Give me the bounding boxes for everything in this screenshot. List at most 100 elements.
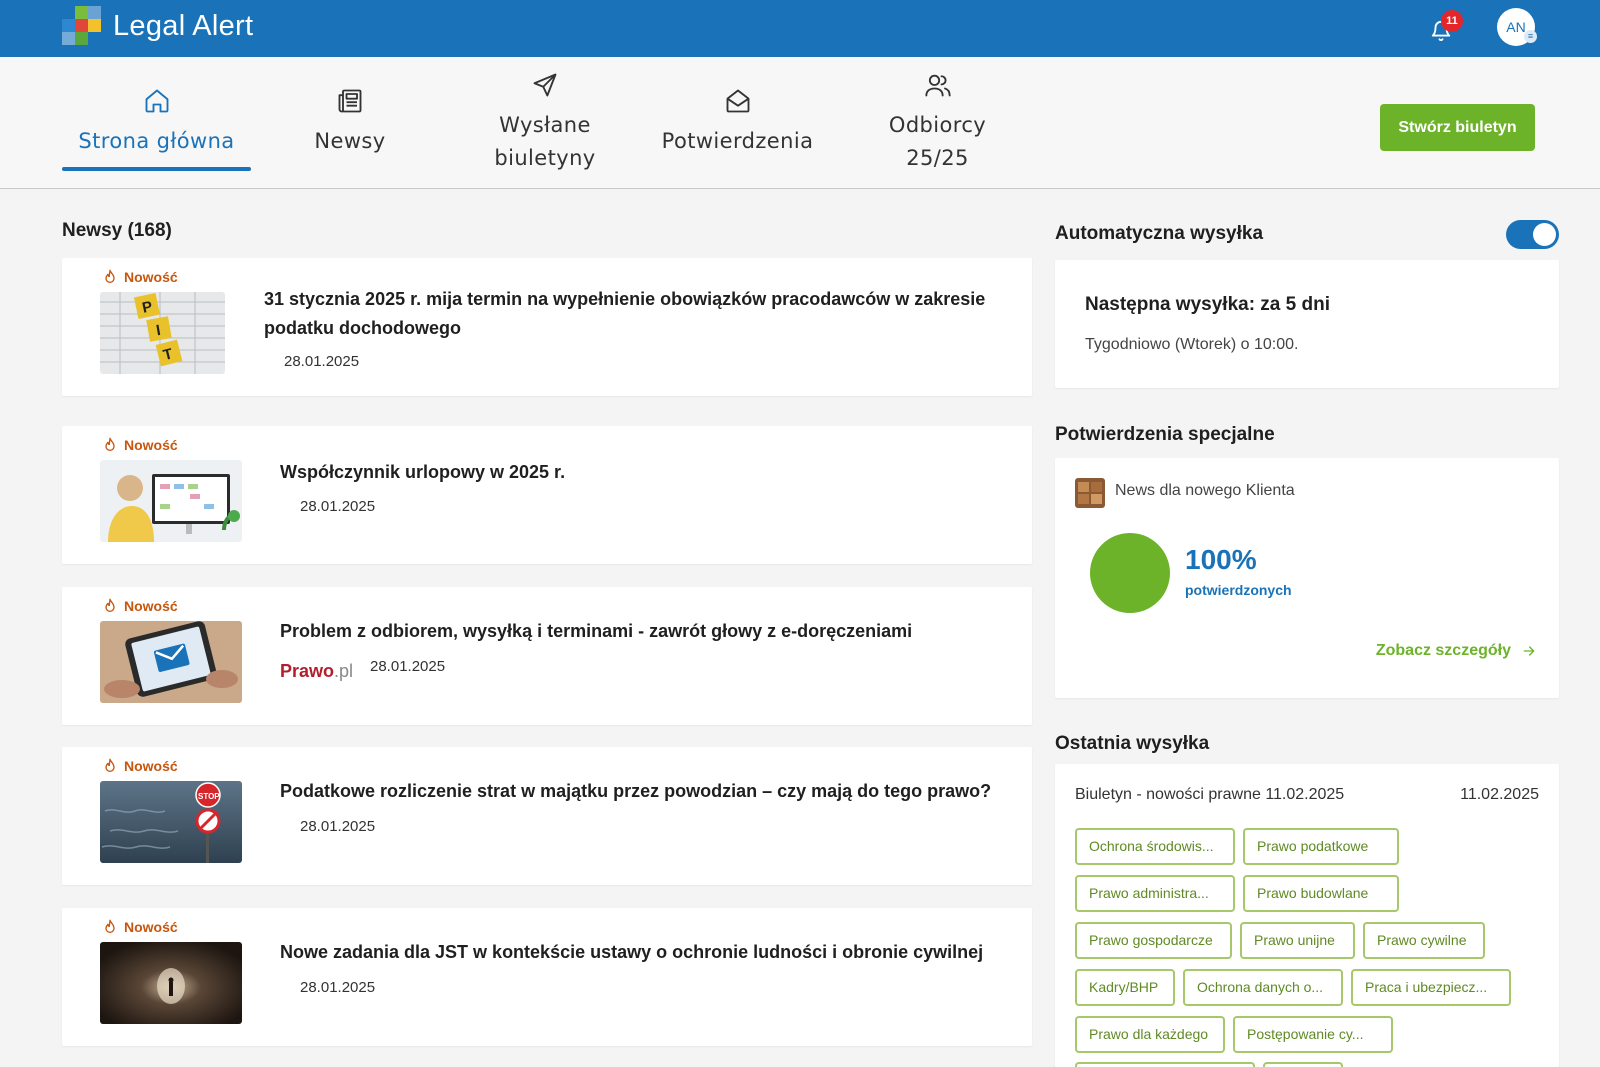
menu-icon[interactable]: ≡ [1524, 30, 1537, 43]
flame-icon [105, 598, 115, 612]
tag-chip[interactable]: Prawo dla każdego [1075, 1016, 1225, 1053]
tag-chip[interactable]: Prawo unijne [1240, 922, 1355, 959]
new-badge-label: Nowość [124, 598, 178, 614]
news-card[interactable]: Nowość P I T 31 stycznia 2025 r. mija te… [62, 258, 1032, 396]
svg-text:STOP: STOP [198, 792, 220, 801]
news-thumbnail[interactable] [100, 621, 242, 703]
nav-tab-recipients[interactable]: Odbiorcy 25/25 [855, 57, 1020, 188]
auto-send-toggle[interactable] [1506, 220, 1559, 249]
news-thumbnail[interactable]: STOP [100, 781, 242, 863]
news-title[interactable]: Podatkowe rozliczenie strat w majątku pr… [280, 777, 1020, 806]
last-send-title: Ostatnia wysyłka [1055, 733, 1210, 754]
news-date: 28.01.2025 [300, 979, 376, 996]
new-badge-label: Nowość [124, 437, 178, 453]
new-badge: Nowość [102, 436, 178, 454]
news-title[interactable]: Współczynnik urlopowy w 2025 r. [280, 458, 1000, 487]
confirmation-news-title[interactable]: News dla nowego Klienta [1115, 482, 1295, 500]
nav-label: Strona główna [78, 129, 235, 153]
news-title[interactable]: Nowe zadania dla JST w kontekście ustawy… [280, 938, 1020, 967]
tag-chip[interactable]: Ochrona danych o... [1183, 969, 1343, 1006]
see-details-label: Zobacz szczegóły [1375, 642, 1511, 659]
new-badge: Nowość [102, 757, 178, 775]
tag-chip[interactable]: Ochrona środowis... [1075, 828, 1235, 865]
news-thumbnail[interactable]: P I T [100, 292, 225, 374]
create-bulletin-button[interactable]: Stwórz biuletyn [1380, 104, 1535, 151]
flame-icon [105, 437, 115, 451]
auto-send-panel: Następna wysyłka: za 5 dni Tygodniowo (W… [1055, 260, 1559, 388]
tag-chip-partial [1263, 1062, 1343, 1067]
home-icon [145, 89, 168, 113]
toggle-knob [1533, 223, 1556, 246]
new-badge: Nowość [102, 268, 178, 286]
last-send-panel: Biuletyn - nowości prawne 11.02.2025 11.… [1055, 764, 1559, 1067]
bulletin-name[interactable]: Biuletyn - nowości prawne 11.02.2025 [1075, 786, 1344, 804]
nav-label: Odbiorcy 25/25 [888, 112, 987, 170]
tag-chip-partial [1075, 1062, 1255, 1067]
users-icon [924, 74, 951, 96]
bulletin-date: 11.02.2025 [1460, 786, 1539, 803]
source-logo-prawo-pl: Prawo.pl [280, 661, 353, 682]
tag-chip[interactable]: Prawo cywilne [1363, 922, 1485, 959]
source-logo-main: Praw [280, 661, 324, 681]
new-badge-label: Nowość [124, 919, 178, 935]
new-badge: Nowość [102, 597, 178, 615]
news-card[interactable]: Nowość STOP Podatkowe rozliczenie strat … [62, 747, 1032, 885]
tag-chip[interactable]: Prawo podatkowe [1243, 828, 1399, 865]
next-send-label: Następna wysyłka: za 5 dni [1085, 294, 1330, 315]
top-bar: Legal Alert 11 AN ≡ [0, 0, 1600, 57]
news-title[interactable]: 31 stycznia 2025 r. mija termin na wypeł… [264, 285, 1004, 343]
tag-chip[interactable]: Prawo gospodarcze [1075, 922, 1232, 959]
auto-send-title: Automatyczna wysyłka [1055, 223, 1264, 244]
news-thumbnail[interactable] [100, 942, 242, 1024]
news-thumbnail-small [1075, 478, 1105, 508]
tag-chip[interactable]: Prawo administra... [1075, 875, 1235, 912]
active-tab-indicator [62, 167, 251, 171]
app-logo[interactable] [62, 6, 104, 48]
flame-icon [105, 919, 115, 933]
confirmation-progress-circle [1090, 533, 1170, 613]
envelope-open-icon [726, 89, 749, 113]
nav-tab-news[interactable]: Newsy [290, 57, 410, 188]
send-icon [533, 73, 557, 96]
flame-icon [105, 269, 115, 283]
flame-icon [105, 758, 115, 772]
news-title[interactable]: Problem z odbiorem, wysyłką i terminami … [280, 617, 1000, 646]
nav-label-line2: biuletyny [494, 145, 596, 170]
news-thumbnail[interactable] [100, 460, 242, 542]
notification-count-badge: 11 [1441, 10, 1463, 32]
new-badge-label: Nowość [124, 758, 178, 774]
tag-chip[interactable]: Praca i ubezpiecz... [1351, 969, 1511, 1006]
nav-label: Newsy [314, 129, 386, 153]
news-card[interactable]: Nowość Współczynnik urlopowy w 2025 r. 2… [62, 426, 1032, 564]
nav-tab-confirmations[interactable]: Potwierdzenia [660, 57, 815, 188]
app-title: Legal Alert [113, 10, 254, 42]
newspaper-icon [338, 89, 362, 113]
confirmation-percent: 100% [1185, 544, 1257, 575]
news-card[interactable]: Nowość Nowe zadania dla JST w kontekście… [62, 908, 1032, 1046]
nav-label-line1: Wysłane [499, 112, 591, 137]
news-date: 28.01.2025 [300, 498, 376, 515]
source-logo-suffix: .pl [334, 661, 354, 681]
nav-label: Wysłane biuletyny [494, 109, 595, 175]
tag-chip[interactable]: Prawo budowlane [1243, 875, 1399, 912]
news-date: 28.01.2025 [284, 353, 360, 370]
special-confirmations-panel: News dla nowego Klienta 100% potwierdzon… [1055, 458, 1559, 698]
tag-chip[interactable]: Postępowanie cy... [1233, 1016, 1393, 1053]
nav-tab-sent-bulletins[interactable]: Wysłane biuletyny [470, 57, 620, 188]
send-schedule: Tygodniowo (Wtorek) o 10:00. [1085, 336, 1299, 353]
news-title-line1: 31 stycznia 2025 r. mija termin na wypeł… [264, 289, 986, 309]
main-navigation: Strona główna Newsy Wysłane biuletyny Po… [0, 57, 1600, 189]
news-date: 28.01.2025 [300, 818, 376, 835]
tag-chip[interactable]: Kadry/BHP [1075, 969, 1175, 1006]
confirmation-percent-label: potwierdzonych [1185, 582, 1292, 598]
new-badge-label: Nowość [124, 269, 178, 285]
new-badge: Nowość [102, 918, 178, 936]
news-title-line2: podatku dochodowego [264, 318, 461, 338]
special-confirmations-title: Potwierdzenia specjalne [1055, 424, 1275, 445]
arrow-right-icon [1523, 646, 1535, 656]
news-card[interactable]: Nowość Problem z odbiorem, wysyłką i ter… [62, 587, 1032, 725]
source-logo-o: o [323, 661, 335, 681]
news-heading: Newsy (168) [62, 220, 172, 241]
see-details-link[interactable]: Zobacz szczegóły [1376, 642, 1537, 660]
nav-label: Potwierdzenia [661, 129, 814, 153]
